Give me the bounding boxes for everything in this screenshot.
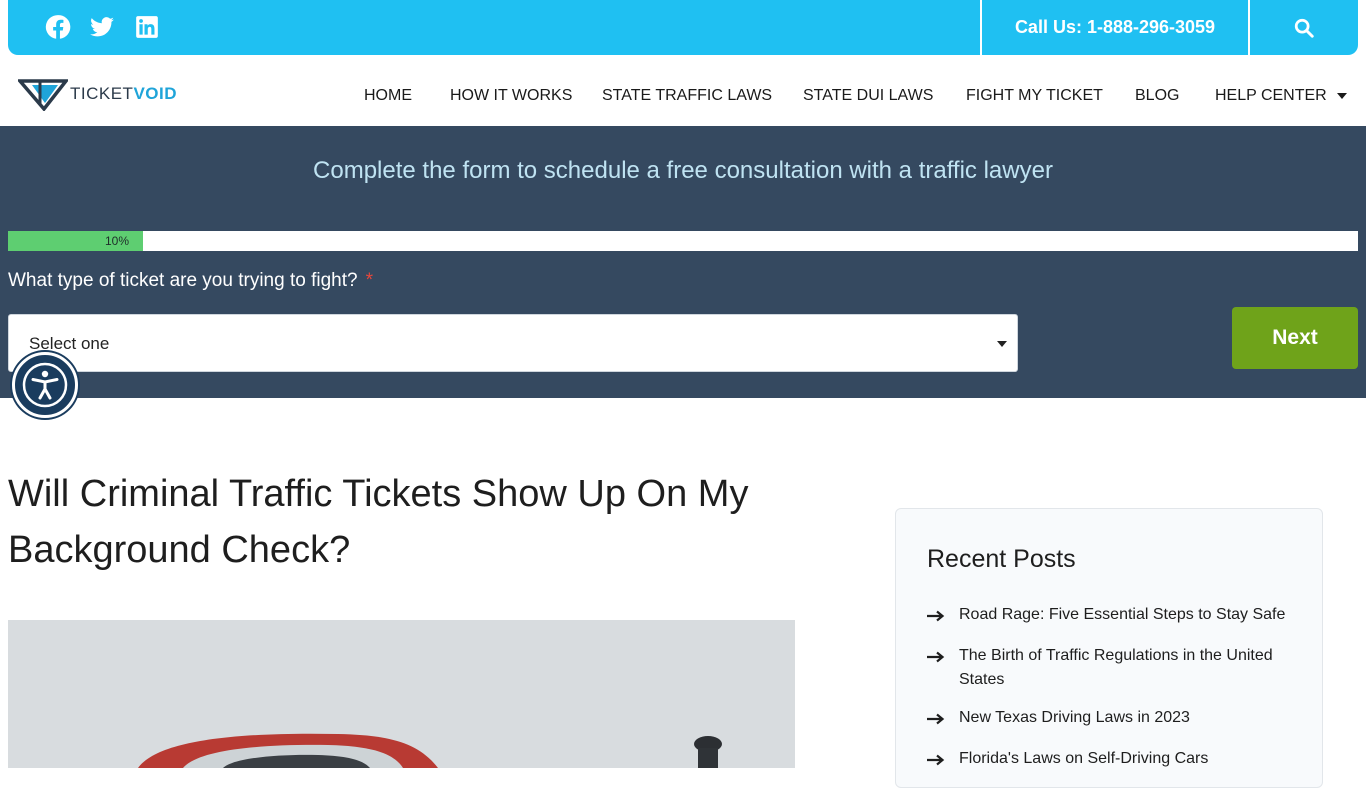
nav-item-help-center-label: HELP CENTER [1215,87,1327,104]
question-text: What type of ticket are you trying to fi… [8,270,358,291]
nav-menu: HOME HOW IT WORKS STATE TRAFFIC LAWS STA… [0,79,1366,115]
consultation-form: Complete the form to schedule a free con… [0,126,1366,398]
recent-post-label: New Texas Driving Laws in 2023 [959,709,1190,726]
recent-post-link[interactable]: New Texas Driving Laws in 2023 [927,706,1297,730]
recent-post-link[interactable]: The Birth of Traffic Regulations in the … [927,644,1297,692]
nav-item-home[interactable]: HOME [364,87,412,105]
article-hero-image [8,620,795,768]
progress-bar: 10% [8,231,1358,251]
progress-fill: 10% [8,231,143,251]
main-navigation: TICKETVOID HOME HOW IT WORKS STATE TRAFF… [0,55,1366,126]
select-value: Select one [29,334,110,353]
nav-item-state-dui-laws[interactable]: STATE DUI LAWS [803,87,933,105]
accessibility-button[interactable] [12,352,78,418]
nav-item-how-it-works[interactable]: HOW IT WORKS [450,87,572,105]
arrow-right-icon [927,747,959,771]
required-mark: * [365,270,373,291]
arrow-right-icon [927,706,959,730]
next-button[interactable]: Next [1232,307,1358,369]
ticket-type-select[interactable]: Select one [8,314,1018,372]
linkedin-icon[interactable] [134,14,160,40]
arrow-right-icon [927,644,959,692]
call-us-link[interactable]: Call Us: 1-888-296-3059 [982,0,1248,55]
recent-posts-title: Recent Posts [927,545,1076,573]
search-icon [1294,18,1314,38]
twitter-icon[interactable] [89,14,115,40]
top-bar: Call Us: 1-888-296-3059 [8,0,1358,55]
recent-posts-widget: Recent Posts Road Rage: Five Essential S… [895,508,1323,788]
nav-item-blog[interactable]: BLOG [1135,87,1179,105]
nav-item-help-center[interactable]: HELP CENTER [1215,87,1347,105]
recent-post-label: Road Rage: Five Essential Steps to Stay … [959,606,1286,623]
recent-post-label: The Birth of Traffic Regulations in the … [959,647,1273,688]
search-button[interactable] [1250,0,1358,55]
nav-item-fight-my-ticket[interactable]: FIGHT MY TICKET [966,87,1103,105]
arrow-right-icon [927,603,959,627]
nav-item-state-traffic-laws[interactable]: STATE TRAFFIC LAWS [602,87,772,105]
accessibility-icon [22,362,68,408]
recent-post-label: Florida's Laws on Self-Driving Cars [959,750,1209,767]
chevron-down-icon [1336,92,1347,99]
article-title: Will Criminal Traffic Tickets Show Up On… [8,473,749,571]
chevron-down-icon [997,341,1007,347]
recent-post-link[interactable]: Florida's Laws on Self-Driving Cars [927,747,1297,771]
form-title: Complete the form to schedule a free con… [313,157,1053,184]
facebook-icon[interactable] [45,14,71,40]
question-label: What type of ticket are you trying to fi… [8,270,373,292]
recent-post-link[interactable]: Road Rage: Five Essential Steps to Stay … [927,603,1297,627]
progress-label: 10% [104,234,129,248]
